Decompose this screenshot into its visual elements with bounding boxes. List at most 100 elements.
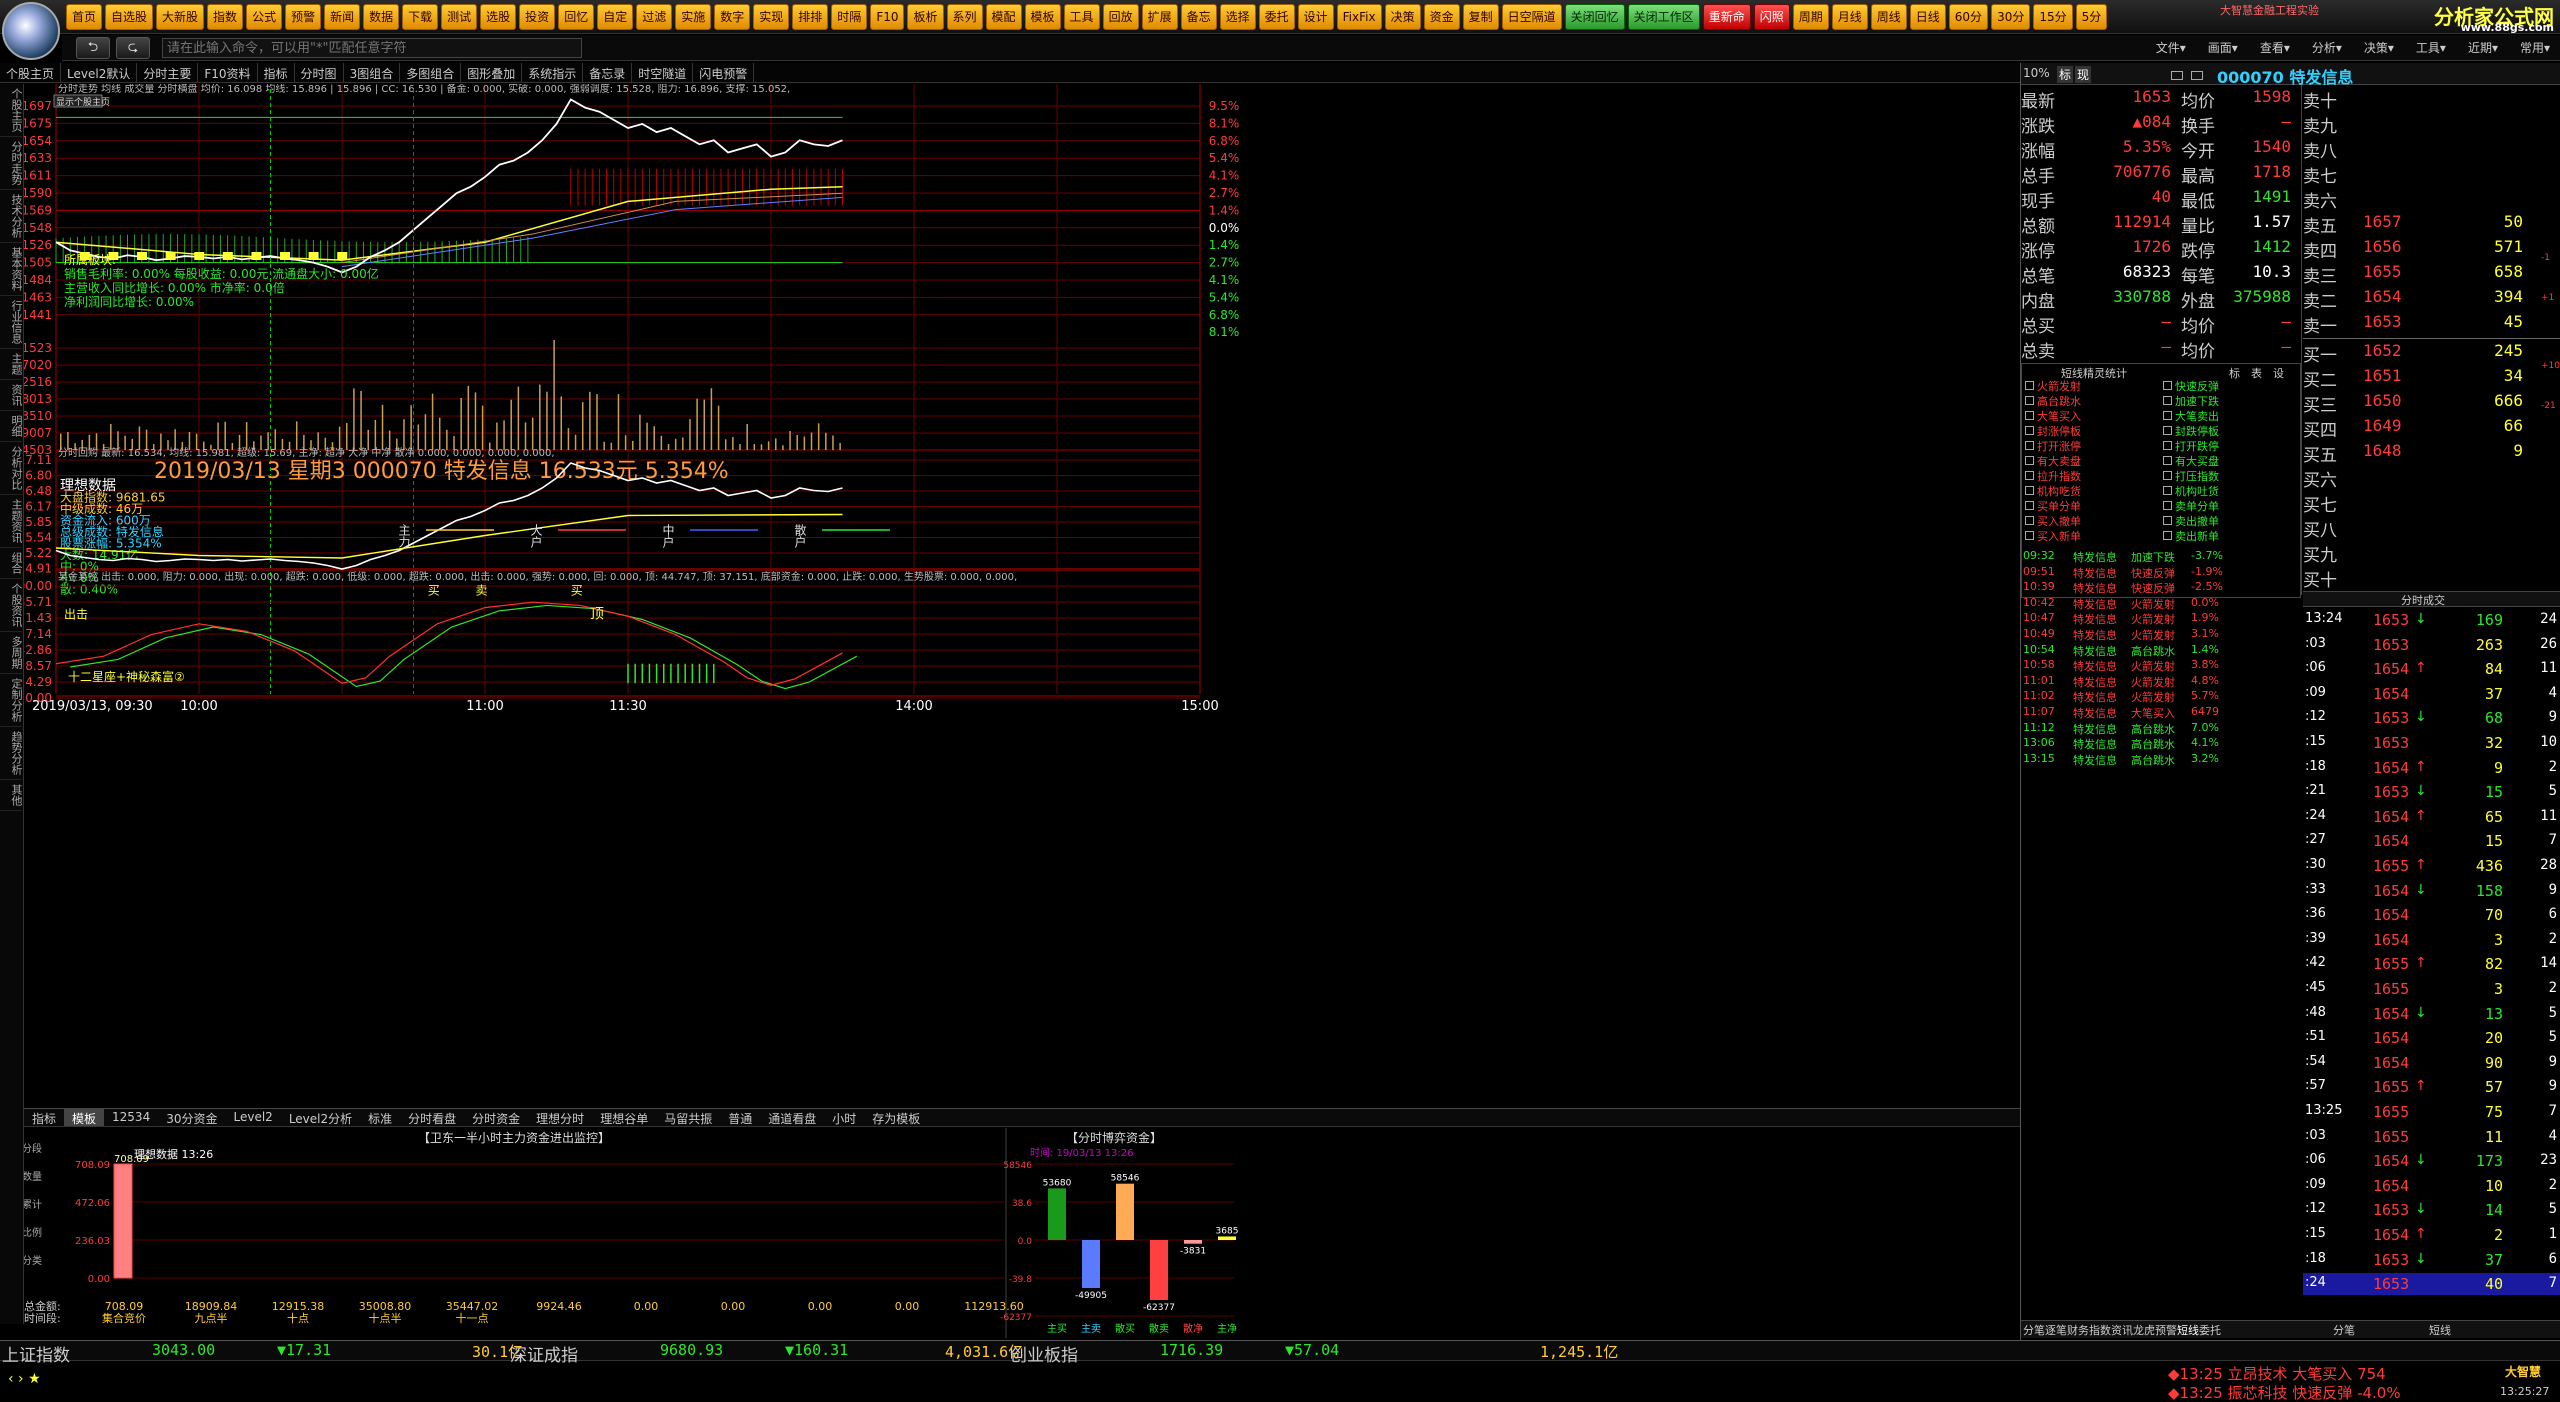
bottom-tab[interactable]: 分时资金 xyxy=(464,1109,528,1126)
index-name[interactable]: 深证成指 xyxy=(510,1341,578,1366)
sidebar-item[interactable]: 其他 xyxy=(0,780,23,811)
toolbar-button[interactable]: 指数 xyxy=(207,4,244,30)
radar-checkbox[interactable] xyxy=(2163,471,2172,480)
back-button[interactable]: ⮌ xyxy=(76,37,110,59)
bottom-tab[interactable]: 标准 xyxy=(360,1109,400,1126)
right-bottom-tab[interactable]: 龙虎 xyxy=(2133,1322,2155,1338)
toolbar-button[interactable]: 日空隔道 xyxy=(1501,4,1562,30)
top-menu-item[interactable]: 文件▾ xyxy=(2156,39,2186,56)
sidebar-item[interactable]: 行业信息 xyxy=(0,296,23,349)
toolbar-button[interactable]: 关闭回忆 xyxy=(1564,4,1625,30)
toolbar-button[interactable]: 周线 xyxy=(1870,4,1907,30)
toolbar-button[interactable]: 60分 xyxy=(1948,4,1989,30)
radar-checkbox[interactable] xyxy=(2163,426,2172,435)
toolbar-button[interactable]: 决策 xyxy=(1384,4,1421,30)
toolbar-button[interactable]: 复制 xyxy=(1462,4,1499,30)
toolbar-button[interactable]: 5分 xyxy=(2075,4,2108,30)
toolbar-button[interactable]: 测试 xyxy=(441,4,478,30)
toolbar-button[interactable]: 数字 xyxy=(714,4,751,30)
header-button[interactable]: 现 xyxy=(2075,66,2092,83)
right-bottom-tab[interactable]: 资讯 xyxy=(2111,1322,2133,1338)
bottom-tab[interactable]: 马留共振 xyxy=(656,1109,720,1126)
intraday-chart[interactable]: 1697 1675 1654 1633 1611 1590 1569 1548 1526 1505… xyxy=(24,84,2020,1108)
bottom-tab[interactable]: 指标 xyxy=(24,1109,64,1126)
radar-button[interactable]: 设 xyxy=(2273,365,2284,381)
toolbar-button[interactable]: 新闻 xyxy=(324,4,361,30)
view-tab[interactable]: 分时主要 xyxy=(137,63,199,82)
right-bottom-tab[interactable]: 逐笔 xyxy=(2045,1322,2067,1338)
bottom-tab[interactable]: 小时 xyxy=(824,1109,864,1126)
radar-checkbox[interactable] xyxy=(2025,411,2034,420)
sidebar-item[interactable]: 个股资讯 xyxy=(0,579,23,632)
sidebar-item[interactable]: 主题资讯 xyxy=(0,495,23,548)
status-arrows-icon[interactable]: ‹ › ★ xyxy=(8,1371,41,1387)
top-menu-item[interactable]: 分析▾ xyxy=(2312,39,2342,56)
toolbar-button[interactable]: 15分 xyxy=(2033,4,2073,30)
bottom-tab[interactable]: 分时看盘 xyxy=(400,1109,464,1126)
radar-checkbox[interactable] xyxy=(2025,486,2034,495)
radar-checkbox[interactable] xyxy=(2163,396,2172,405)
toolbar-button[interactable]: 30分 xyxy=(1991,4,2031,30)
radar-checkbox[interactable] xyxy=(2025,501,2034,510)
toolbar-button[interactable]: 投资 xyxy=(519,4,556,30)
toolbar-button[interactable]: 下载 xyxy=(402,4,439,30)
radar-checkbox[interactable] xyxy=(2025,441,2034,450)
sidebar-item[interactable]: 主题 xyxy=(0,349,23,380)
bottom-tab[interactable]: 理想分时 xyxy=(528,1109,592,1126)
toolbar-button[interactable]: 系列 xyxy=(946,4,983,30)
window-icon[interactable] xyxy=(2191,71,2203,80)
sidebar-item[interactable]: 技术分析 xyxy=(0,190,23,243)
toolbar-button[interactable]: 日线 xyxy=(1909,4,1946,30)
top-menu-item[interactable]: 决策▾ xyxy=(2364,39,2394,56)
radar-checkbox[interactable] xyxy=(2163,381,2172,390)
toolbar-button[interactable]: F10 xyxy=(870,4,905,30)
toolbar-button[interactable]: 设计 xyxy=(1297,4,1334,30)
right-bottom-tab[interactable]: 分笔 xyxy=(2023,1322,2045,1338)
view-tab[interactable]: 备忘录 xyxy=(583,63,633,82)
radar-checkbox[interactable] xyxy=(2025,456,2034,465)
top-menu-item[interactable]: 画面▾ xyxy=(2208,39,2238,56)
sidebar-item[interactable]: 个股主页 xyxy=(0,84,23,137)
sidebar-item[interactable]: 明细 xyxy=(0,411,23,442)
view-tab[interactable]: F10资料 xyxy=(198,63,258,82)
sidebar-item[interactable]: 趋势分析 xyxy=(0,727,23,780)
sidebar-item[interactable]: 分析对比 xyxy=(0,442,23,495)
window-icon[interactable] xyxy=(2171,71,2183,80)
radar-button[interactable]: 表 xyxy=(2251,365,2262,381)
toolbar-button[interactable]: 数据 xyxy=(363,4,400,30)
view-tab[interactable]: 系统指示 xyxy=(522,63,584,82)
toolbar-button[interactable]: 大新股 xyxy=(156,4,205,30)
toolbar-button[interactable]: 重新命 xyxy=(1702,4,1751,30)
sidebar-item[interactable]: 基本资料 xyxy=(0,243,23,296)
toolbar-button[interactable]: 回放 xyxy=(1102,4,1139,30)
bottom-tab[interactable]: 模板 xyxy=(64,1109,105,1126)
toolbar-button[interactable]: 选择 xyxy=(1219,4,1256,30)
toolbar-button[interactable]: 模板 xyxy=(1024,4,1061,30)
bottom-tab[interactable]: 存为模板 xyxy=(864,1109,928,1126)
toolbar-button[interactable]: 月线 xyxy=(1831,4,1868,30)
view-tab[interactable]: 多图组合 xyxy=(400,63,462,82)
radar-checkbox[interactable] xyxy=(2163,531,2172,540)
radar-checkbox[interactable] xyxy=(2025,471,2034,480)
header-button[interactable]: 标 xyxy=(2057,66,2074,83)
index-name[interactable]: 创业板指 xyxy=(1010,1341,1078,1366)
toolbar-button[interactable]: 实现 xyxy=(753,4,790,30)
bottom-tab[interactable]: 12534 xyxy=(104,1109,158,1126)
intraday-chart-area[interactable]: 1697 1675 1654 1633 1611 1590 1569 1548 1526 1505… xyxy=(24,84,2020,1108)
toolbar-button[interactable]: 预警 xyxy=(285,4,322,30)
app-logo-icon[interactable] xyxy=(2,2,60,60)
radar-checkbox[interactable] xyxy=(2163,501,2172,510)
sidebar-item[interactable]: 组合 xyxy=(0,548,23,579)
toolbar-button[interactable]: 自定 xyxy=(597,4,634,30)
toolbar-button[interactable]: 工具 xyxy=(1063,4,1100,30)
radar-checkbox[interactable] xyxy=(2025,426,2034,435)
view-tab[interactable]: 时空隧道 xyxy=(632,63,694,82)
radar-checkbox[interactable] xyxy=(2025,396,2034,405)
sidebar-item[interactable]: 分时走势 xyxy=(0,137,23,190)
command-input[interactable] xyxy=(162,38,582,58)
toolbar-button[interactable]: 扩展 xyxy=(1141,4,1178,30)
toolbar-button[interactable]: 关闭工作区 xyxy=(1627,4,1700,30)
radar-checkbox[interactable] xyxy=(2025,381,2034,390)
toolbar-button[interactable]: 模配 xyxy=(985,4,1022,30)
bottom-tab[interactable]: 理想谷单 xyxy=(592,1109,656,1126)
